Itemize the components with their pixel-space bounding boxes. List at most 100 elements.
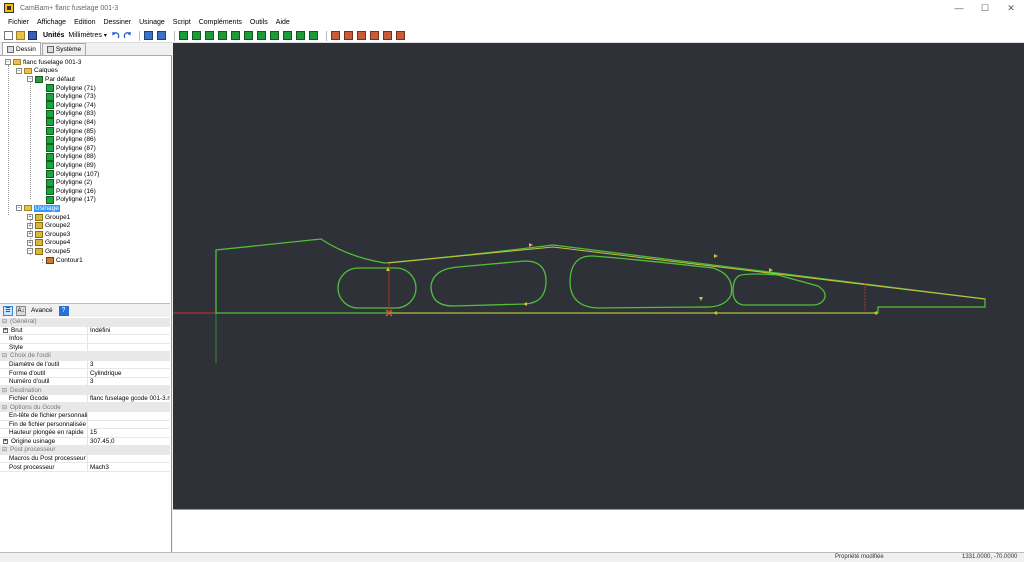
property-value[interactable]: 3: [88, 361, 170, 368]
tree-group[interactable]: + Groupe2: [27, 221, 70, 230]
tree-polyline[interactable]: Polyligne (107): [46, 170, 99, 179]
draw-point-icon[interactable]: [178, 31, 188, 40]
grid-view-icon[interactable]: [143, 31, 153, 40]
draw-arc-icon[interactable]: [243, 31, 253, 40]
sort-alpha-button[interactable]: A↓: [16, 305, 26, 316]
redo-icon[interactable]: [123, 31, 132, 40]
tree-polyline[interactable]: Polyligne (16): [46, 187, 96, 196]
menu-script[interactable]: Script: [169, 19, 195, 26]
collapse-icon[interactable]: ⊟: [2, 404, 7, 411]
save-icon[interactable]: [28, 31, 37, 40]
tree-polyline[interactable]: Polyligne (17): [46, 195, 96, 205]
pocket-shape[interactable]: [337, 267, 417, 309]
tree-polyline[interactable]: Polyligne (73): [46, 92, 96, 101]
property-row[interactable]: Style: [0, 343, 170, 353]
property-category[interactable]: ⊟ (Général): [0, 318, 170, 327]
undo-icon[interactable]: [111, 31, 120, 40]
tree-default-layer[interactable]: − Par défaut: [27, 75, 75, 84]
draw-surface-icon[interactable]: [308, 31, 318, 40]
draw-polygon-icon[interactable]: [282, 31, 292, 40]
tree-polyline[interactable]: Polyligne (88): [46, 152, 96, 162]
draw-region-icon[interactable]: [295, 31, 305, 40]
collapse-icon[interactable]: −: [27, 76, 33, 83]
property-row[interactable]: Numéro d'outil 3: [0, 377, 170, 387]
collapse-icon[interactable]: ⊟: [2, 352, 7, 359]
property-value[interactable]: Cylindrique: [88, 370, 170, 377]
property-value[interactable]: 307.45,0: [88, 438, 170, 445]
maximize-button[interactable]: ☐: [972, 0, 998, 16]
tree-group[interactable]: + Groupe4: [27, 239, 70, 248]
draw-rect-icon[interactable]: [204, 31, 214, 40]
property-row[interactable]: Forme d'outil Cylindrique: [0, 369, 170, 378]
tree-polyline[interactable]: Polyligne (84): [46, 118, 96, 127]
menu-complements[interactable]: Compléments: [195, 19, 246, 26]
new-file-icon[interactable]: [4, 31, 13, 40]
close-button[interactable]: ✕: [998, 0, 1024, 16]
minimize-button[interactable]: —: [946, 0, 972, 16]
draw-line-icon[interactable]: [256, 31, 266, 40]
op-engrave-icon[interactable]: [369, 31, 379, 40]
expand-icon[interactable]: +: [27, 222, 33, 229]
tab-dessin[interactable]: Dessin: [2, 42, 41, 55]
property-row[interactable]: Post processeur Mach3: [0, 463, 170, 472]
tree-group[interactable]: + Groupe3: [27, 230, 70, 239]
menu-fichier[interactable]: Fichier: [4, 19, 33, 26]
property-value[interactable]: Mach3: [88, 464, 170, 471]
collapse-icon[interactable]: −: [16, 67, 22, 74]
draw-spline-icon[interactable]: [269, 31, 279, 40]
tree-polyline[interactable]: Polyligne (71): [46, 84, 96, 93]
tree-polyline[interactable]: Polyligne (2): [46, 178, 92, 187]
tree-group[interactable]: + Groupe1: [27, 213, 70, 222]
menu-usinage[interactable]: Usinage: [135, 19, 169, 26]
menu-affichage[interactable]: Affichage: [33, 19, 70, 26]
op-3d-icon[interactable]: [382, 31, 392, 40]
collapse-icon[interactable]: ⊟: [2, 446, 7, 453]
tree-polyline[interactable]: Polyligne (74): [46, 101, 96, 110]
property-value[interactable]: 3: [88, 378, 170, 385]
property-row[interactable]: + Brut Indéfini: [0, 326, 170, 336]
drawing-canvas[interactable]: [173, 43, 1024, 509]
property-value[interactable]: Indéfini: [88, 327, 170, 334]
collapse-icon[interactable]: −: [27, 248, 33, 255]
pocket-shape[interactable]: [430, 260, 547, 307]
draw-polyline-icon[interactable]: [217, 31, 227, 40]
draw-text-icon[interactable]: [230, 31, 240, 40]
property-row[interactable]: Fichier Gcode flanc fuselage gcode 001-3.…: [0, 394, 170, 404]
tree-root[interactable]: − flanc fuselage 001-3: [5, 58, 82, 67]
chevron-down-icon[interactable]: ▾: [104, 32, 107, 39]
categorized-view-button[interactable]: ☰: [3, 305, 13, 316]
table-view-icon[interactable]: [156, 31, 166, 40]
tree-polyline[interactable]: Polyligne (83): [46, 109, 96, 119]
canvas-drawing[interactable]: [173, 43, 1024, 509]
units-select[interactable]: Millimètres: [68, 32, 101, 39]
op-drill-icon[interactable]: [356, 31, 366, 40]
collapse-icon[interactable]: ⊟: [2, 318, 7, 325]
menu-dessiner[interactable]: Dessiner: [99, 19, 135, 26]
tree-polyline[interactable]: Polyligne (89): [46, 161, 96, 170]
property-category[interactable]: ⊟ Post processeur: [0, 446, 170, 455]
tree-polyline[interactable]: Polyligne (86): [46, 135, 96, 144]
property-category[interactable]: ⊟ Destination: [0, 386, 170, 395]
tree-contour[interactable]: Contour1: [46, 256, 83, 265]
help-button[interactable]: ?: [58, 305, 69, 316]
tree-group[interactable]: − Groupe5: [27, 247, 70, 256]
pocket-shape[interactable]: [732, 273, 826, 306]
property-row[interactable]: Diamètre de l'outil 3: [0, 360, 170, 370]
collapse-icon[interactable]: −: [5, 59, 11, 66]
property-row[interactable]: + Origine usinage 307.45,0: [0, 437, 170, 447]
property-value[interactable]: flanc fuselage gcode 001-3.nc: [88, 395, 170, 402]
op-pocket-icon[interactable]: [343, 31, 353, 40]
tree-polyline[interactable]: Polyligne (85): [46, 127, 96, 136]
tree-machining[interactable]: − Usinage: [16, 204, 60, 213]
property-row[interactable]: Macros du Post processeur: [0, 454, 170, 464]
collapse-icon[interactable]: ⊟: [2, 387, 7, 394]
draw-circle-icon[interactable]: [191, 31, 201, 40]
property-value[interactable]: 15: [88, 429, 170, 436]
property-row[interactable]: Infos: [0, 335, 170, 344]
op-lathe-icon[interactable]: [395, 31, 405, 40]
expand-icon[interactable]: +: [27, 239, 33, 246]
menu-outils[interactable]: Outils: [246, 19, 272, 26]
expand-icon[interactable]: +: [3, 438, 8, 444]
menu-edition[interactable]: Edition: [70, 19, 99, 26]
op-profile-icon[interactable]: [330, 31, 340, 40]
